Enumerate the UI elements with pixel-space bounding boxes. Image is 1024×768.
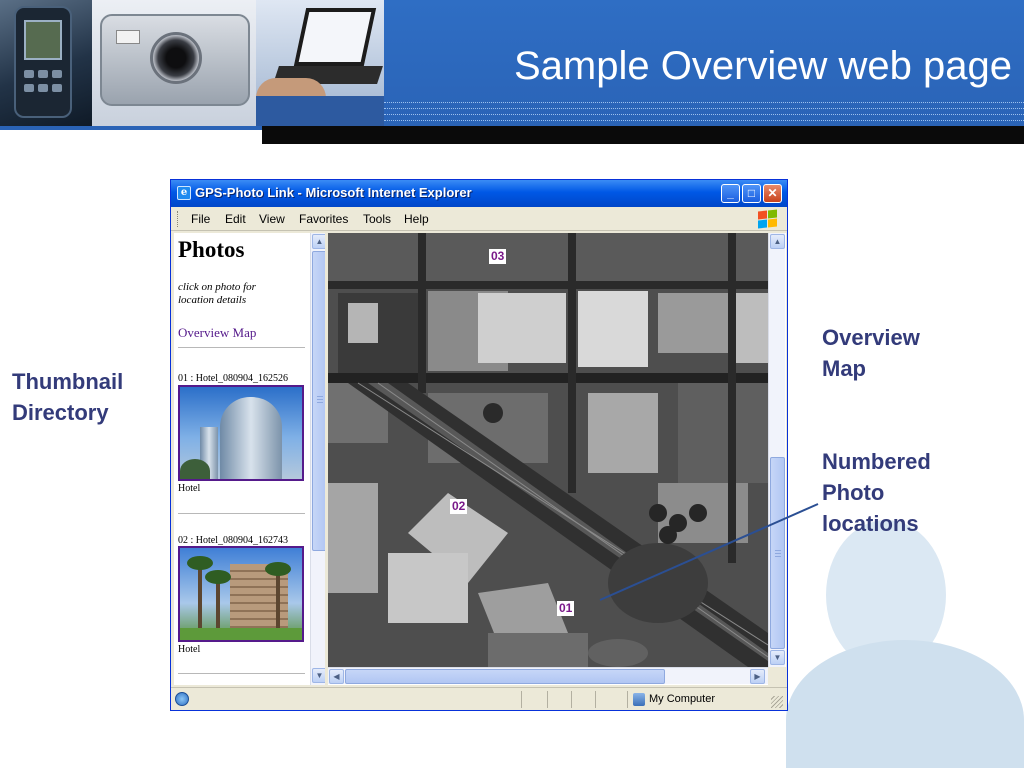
scroll-down-icon: ▼ [315, 671, 324, 680]
slide-header: Sample Overview web page [0, 0, 1024, 144]
scroll-thumb[interactable] [312, 251, 325, 551]
map-vertical-scrollbar[interactable]: ▲ ▼ [768, 233, 785, 667]
annotation-thumbnail-directory: Thumbnail Directory [12, 369, 124, 425]
scroll-left-icon: ◀ [333, 672, 340, 681]
divider [178, 347, 305, 348]
header-dark-strip [262, 126, 1024, 144]
instruction-text: click on photo for location details [178, 281, 256, 306]
scroll-down-icon: ▼ [773, 653, 782, 662]
security-zone: My Computer [649, 693, 716, 705]
scroll-thumb[interactable] [770, 457, 785, 649]
scroll-down-button[interactable]: ▼ [312, 668, 325, 683]
ie-status-icon [175, 692, 189, 706]
map-horizontal-scrollbar[interactable]: ◀ ▶ [328, 667, 768, 684]
aerial-map[interactable]: 03 02 01 [328, 233, 768, 667]
menu-tools[interactable]: Tools [363, 212, 391, 226]
photo-label: Hotel [178, 644, 201, 655]
divider [178, 673, 305, 674]
divider [178, 513, 305, 514]
header-dotted-line [384, 108, 1024, 109]
camera-icon [100, 14, 250, 106]
annotation-overview-map: Overview Map [822, 325, 920, 381]
photo-thumbnail-02[interactable] [178, 546, 304, 642]
scroll-right-icon: ▶ [754, 672, 761, 681]
laptop-photo [256, 0, 384, 126]
scroll-right-button[interactable]: ▶ [750, 669, 765, 684]
digital-camera-photo [92, 0, 256, 126]
slide-title: Sample Overview web page [513, 44, 1012, 88]
photos-heading: Photos [178, 237, 245, 262]
thumbnail-scrollbar[interactable]: ▲ ▼ [310, 233, 325, 685]
overview-map-frame: 03 02 01 ▲ ▼ ◀ ▶ [328, 233, 786, 685]
scrollbar-corner [768, 667, 786, 685]
overview-map-link[interactable]: Overview Map [178, 325, 256, 341]
photo-label: Hotel [178, 483, 201, 494]
my-computer-icon [633, 693, 645, 706]
scroll-up-icon: ▲ [315, 237, 324, 246]
header-dotted-line [384, 120, 1024, 121]
scroll-thumb[interactable] [345, 669, 665, 684]
menu-file[interactable]: File [191, 212, 210, 226]
close-button[interactable]: ✕ [763, 184, 782, 203]
photo-caption: 01 : Hotel_080904_162526 [178, 373, 288, 384]
header-dotted-line [384, 102, 1024, 103]
photo-marker-02[interactable]: 02 [450, 499, 468, 514]
maximize-button[interactable]: □ [742, 184, 761, 203]
menu-bar: File Edit View Favorites Tools Help [171, 207, 787, 231]
menu-grip[interactable] [177, 211, 180, 227]
maximize-icon: □ [747, 186, 756, 200]
resize-grip[interactable] [771, 696, 783, 708]
header-dotted-line [384, 114, 1024, 115]
window-title: GPS-Photo Link - Microsoft Internet Expl… [195, 185, 472, 200]
scroll-up-button[interactable]: ▲ [312, 234, 325, 249]
menu-edit[interactable]: Edit [225, 212, 246, 226]
photo-marker-01[interactable]: 01 [557, 601, 575, 616]
gps-device-icon [14, 6, 72, 118]
scroll-up-icon: ▲ [773, 237, 782, 246]
scroll-up-button[interactable]: ▲ [770, 234, 785, 249]
ie-page-icon: e [177, 186, 191, 200]
menu-help[interactable]: Help [404, 212, 429, 226]
scroll-down-button[interactable]: ▼ [770, 650, 785, 665]
status-bar: My Computer [171, 687, 787, 710]
minimize-button[interactable]: _ [721, 184, 740, 203]
window-titlebar[interactable]: e GPS-Photo Link - Microsoft Internet Ex… [171, 180, 787, 207]
photo-caption: 02 : Hotel_080904_162743 [178, 535, 288, 546]
menu-favorites[interactable]: Favorites [299, 212, 348, 226]
menu-view[interactable]: View [259, 212, 285, 226]
browser-window: e GPS-Photo Link - Microsoft Internet Ex… [170, 179, 788, 711]
gps-device-photo [0, 0, 92, 126]
thumbnail-directory: Photos click on photo for location detai… [174, 233, 310, 685]
laptop-icon [293, 8, 377, 66]
photo-thumbnail-01[interactable] [178, 385, 304, 481]
minimize-icon: _ [727, 186, 734, 200]
scroll-left-button[interactable]: ◀ [329, 669, 344, 684]
close-icon: ✕ [767, 186, 778, 200]
thumbnail-frame: Photos click on photo for location detai… [174, 233, 325, 685]
aerial-photo [328, 233, 768, 667]
photo-marker-03[interactable]: 03 [489, 249, 507, 264]
annotation-numbered-locations: Numbered Photo locations [822, 449, 931, 536]
windows-logo-icon [757, 209, 777, 229]
